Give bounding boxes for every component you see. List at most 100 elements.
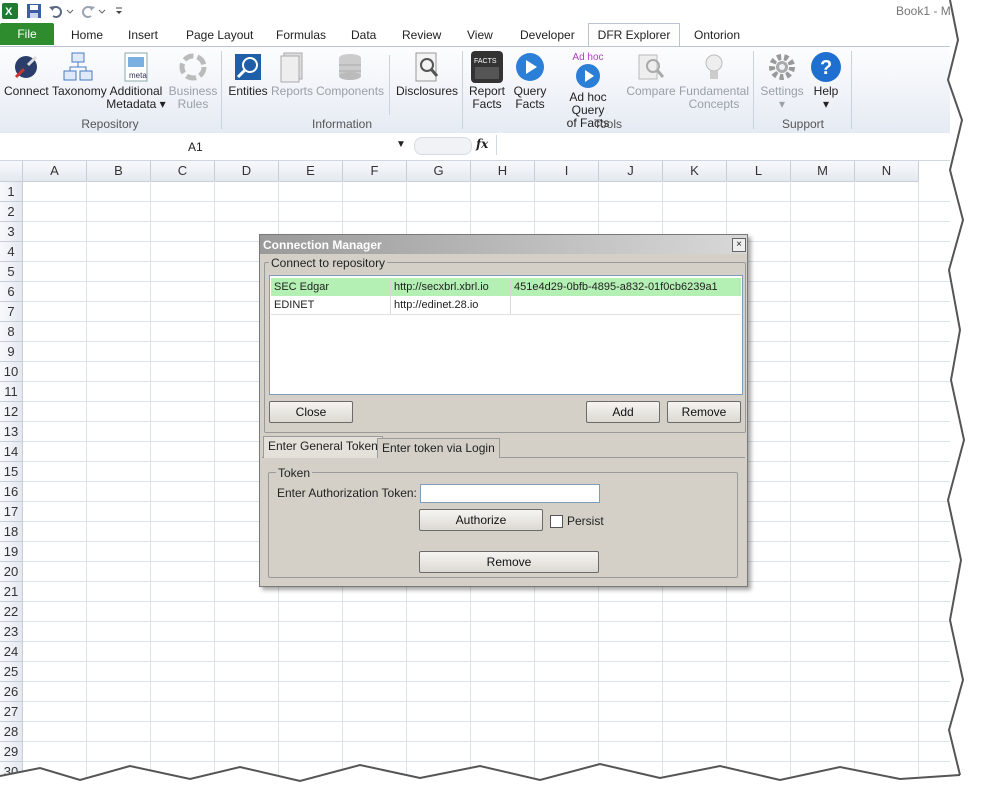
authorize-button[interactable]: Authorize bbox=[419, 509, 543, 531]
repo-url: http://secxbrl.xbrl.io bbox=[391, 278, 511, 296]
help-button[interactable]: ? Help ▾ bbox=[806, 51, 846, 111]
row-header[interactable]: 24 bbox=[0, 642, 23, 662]
row-header[interactable]: 20 bbox=[0, 562, 23, 582]
chevron-down-icon[interactable] bbox=[66, 3, 74, 19]
tab-file[interactable]: File bbox=[0, 23, 54, 45]
column-header[interactable]: H bbox=[471, 161, 535, 182]
query-facts-label-1: Query bbox=[513, 84, 547, 98]
row-header[interactable]: 2 bbox=[0, 202, 23, 222]
row-header[interactable]: 5 bbox=[0, 262, 23, 282]
connect-button[interactable]: Connect bbox=[4, 51, 49, 98]
meta-badge: meta bbox=[129, 71, 147, 80]
add-button[interactable]: Add bbox=[586, 401, 660, 423]
column-header[interactable]: I bbox=[535, 161, 599, 182]
column-header[interactable]: N bbox=[855, 161, 919, 182]
close-icon[interactable]: × bbox=[732, 238, 746, 252]
customize-toolbar-icon[interactable] bbox=[114, 3, 124, 19]
row-header[interactable]: 26 bbox=[0, 682, 23, 702]
row-header[interactable]: 10 bbox=[0, 362, 23, 382]
chevron-down-icon[interactable]: ▼ bbox=[396, 139, 406, 150]
table-row[interactable]: EDINET http://edinet.28.io bbox=[271, 296, 741, 315]
formula-input[interactable] bbox=[496, 135, 949, 155]
row-header[interactable]: 4 bbox=[0, 242, 23, 262]
dialog-title-bar[interactable]: Connection Manager × bbox=[260, 235, 747, 254]
column-header[interactable]: G bbox=[407, 161, 471, 182]
row-header[interactable]: 27 bbox=[0, 702, 23, 722]
row-header[interactable]: 21 bbox=[0, 582, 23, 602]
report-facts-button[interactable]: FACTS Report Facts bbox=[467, 51, 507, 111]
column-header[interactable]: K bbox=[663, 161, 727, 182]
authorization-token-input[interactable] bbox=[420, 484, 600, 503]
entities-button[interactable]: Entities bbox=[227, 51, 269, 98]
formula-bar-expand-handle[interactable] bbox=[414, 137, 472, 155]
column-header[interactable]: C bbox=[151, 161, 215, 182]
persist-checkbox[interactable] bbox=[550, 515, 563, 528]
row-header[interactable]: 3 bbox=[0, 222, 23, 242]
close-button[interactable]: Close bbox=[269, 401, 353, 423]
tab-formulas[interactable]: Formulas bbox=[276, 25, 326, 45]
ribbon-tabs: File Home Insert Page Layout Formulas Da… bbox=[0, 22, 950, 46]
row-header[interactable]: 17 bbox=[0, 502, 23, 522]
tab-developer[interactable]: Developer bbox=[520, 25, 575, 45]
row-header[interactable]: 29 bbox=[0, 742, 23, 762]
row-header[interactable]: 30 bbox=[0, 762, 23, 781]
row-header[interactable]: 19 bbox=[0, 542, 23, 562]
row-header[interactable]: 6 bbox=[0, 282, 23, 302]
column-header[interactable]: E bbox=[279, 161, 343, 182]
row-header[interactable]: 23 bbox=[0, 622, 23, 642]
column-header[interactable]: B bbox=[87, 161, 151, 182]
row-header[interactable]: 13 bbox=[0, 422, 23, 442]
tab-enter-general-token[interactable]: Enter General Token bbox=[263, 436, 383, 458]
tab-enter-token-via-login[interactable]: Enter token via Login bbox=[377, 438, 500, 458]
disclosures-icon bbox=[410, 51, 442, 83]
row-header[interactable]: 9 bbox=[0, 342, 23, 362]
tab-home[interactable]: Home bbox=[71, 25, 103, 45]
query-facts-button[interactable]: Query Facts bbox=[510, 51, 550, 111]
business-rules-button[interactable]: Business Rules bbox=[168, 51, 218, 111]
row-header[interactable]: 11 bbox=[0, 382, 23, 402]
row-header[interactable]: 12 bbox=[0, 402, 23, 422]
fundamental-concepts-button[interactable]: Fundamental Concepts bbox=[678, 51, 750, 111]
compare-button[interactable]: Compare bbox=[626, 51, 676, 98]
column-header[interactable]: L bbox=[727, 161, 791, 182]
column-header[interactable]: M bbox=[791, 161, 855, 182]
tab-view[interactable]: View bbox=[467, 25, 493, 45]
row-header[interactable]: 14 bbox=[0, 442, 23, 462]
row-header[interactable]: 7 bbox=[0, 302, 23, 322]
disclosures-button[interactable]: Disclosures bbox=[396, 51, 458, 98]
additional-metadata-button[interactable]: meta Additional Metadata ▾ bbox=[106, 51, 166, 111]
row-header[interactable]: 16 bbox=[0, 482, 23, 502]
row-header[interactable]: 28 bbox=[0, 722, 23, 742]
tab-insert[interactable]: Insert bbox=[128, 25, 158, 45]
column-header[interactable]: D bbox=[215, 161, 279, 182]
tab-dfr-explorer[interactable]: DFR Explorer bbox=[588, 23, 680, 46]
row-header[interactable]: 22 bbox=[0, 602, 23, 622]
components-button[interactable]: Components bbox=[316, 51, 384, 98]
column-header[interactable]: J bbox=[599, 161, 663, 182]
redo-icon[interactable] bbox=[80, 3, 96, 19]
row-header[interactable]: 25 bbox=[0, 662, 23, 682]
remove-token-button[interactable]: Remove bbox=[419, 551, 599, 573]
name-box[interactable]: A1 ▼ bbox=[0, 136, 408, 156]
select-all-corner[interactable] bbox=[0, 161, 23, 182]
save-icon[interactable] bbox=[26, 3, 42, 19]
row-header[interactable]: 15 bbox=[0, 462, 23, 482]
row-header[interactable]: 18 bbox=[0, 522, 23, 542]
row-header[interactable]: 8 bbox=[0, 322, 23, 342]
tab-review[interactable]: Review bbox=[402, 25, 441, 45]
tab-page-layout[interactable]: Page Layout bbox=[186, 25, 253, 45]
chevron-down-icon[interactable] bbox=[98, 3, 106, 19]
row-header[interactable]: 1 bbox=[0, 182, 23, 202]
table-row[interactable]: SEC Edgar http://secxbrl.xbrl.io 451e4d2… bbox=[271, 278, 741, 296]
settings-button[interactable]: Settings ▾ bbox=[758, 51, 806, 111]
reports-button[interactable]: Reports bbox=[271, 51, 313, 98]
repository-list[interactable]: SEC Edgar http://secxbrl.xbrl.io 451e4d2… bbox=[269, 275, 743, 395]
remove-repository-button[interactable]: Remove bbox=[667, 401, 741, 423]
taxonomy-button[interactable]: Taxonomy bbox=[52, 51, 107, 98]
column-header[interactable]: A bbox=[23, 161, 87, 182]
column-header[interactable]: F bbox=[343, 161, 407, 182]
insert-function-icon[interactable]: fx bbox=[476, 137, 488, 151]
tab-ontorion[interactable]: Ontorion bbox=[694, 25, 740, 45]
undo-icon[interactable] bbox=[48, 3, 64, 19]
tab-data[interactable]: Data bbox=[351, 25, 376, 45]
